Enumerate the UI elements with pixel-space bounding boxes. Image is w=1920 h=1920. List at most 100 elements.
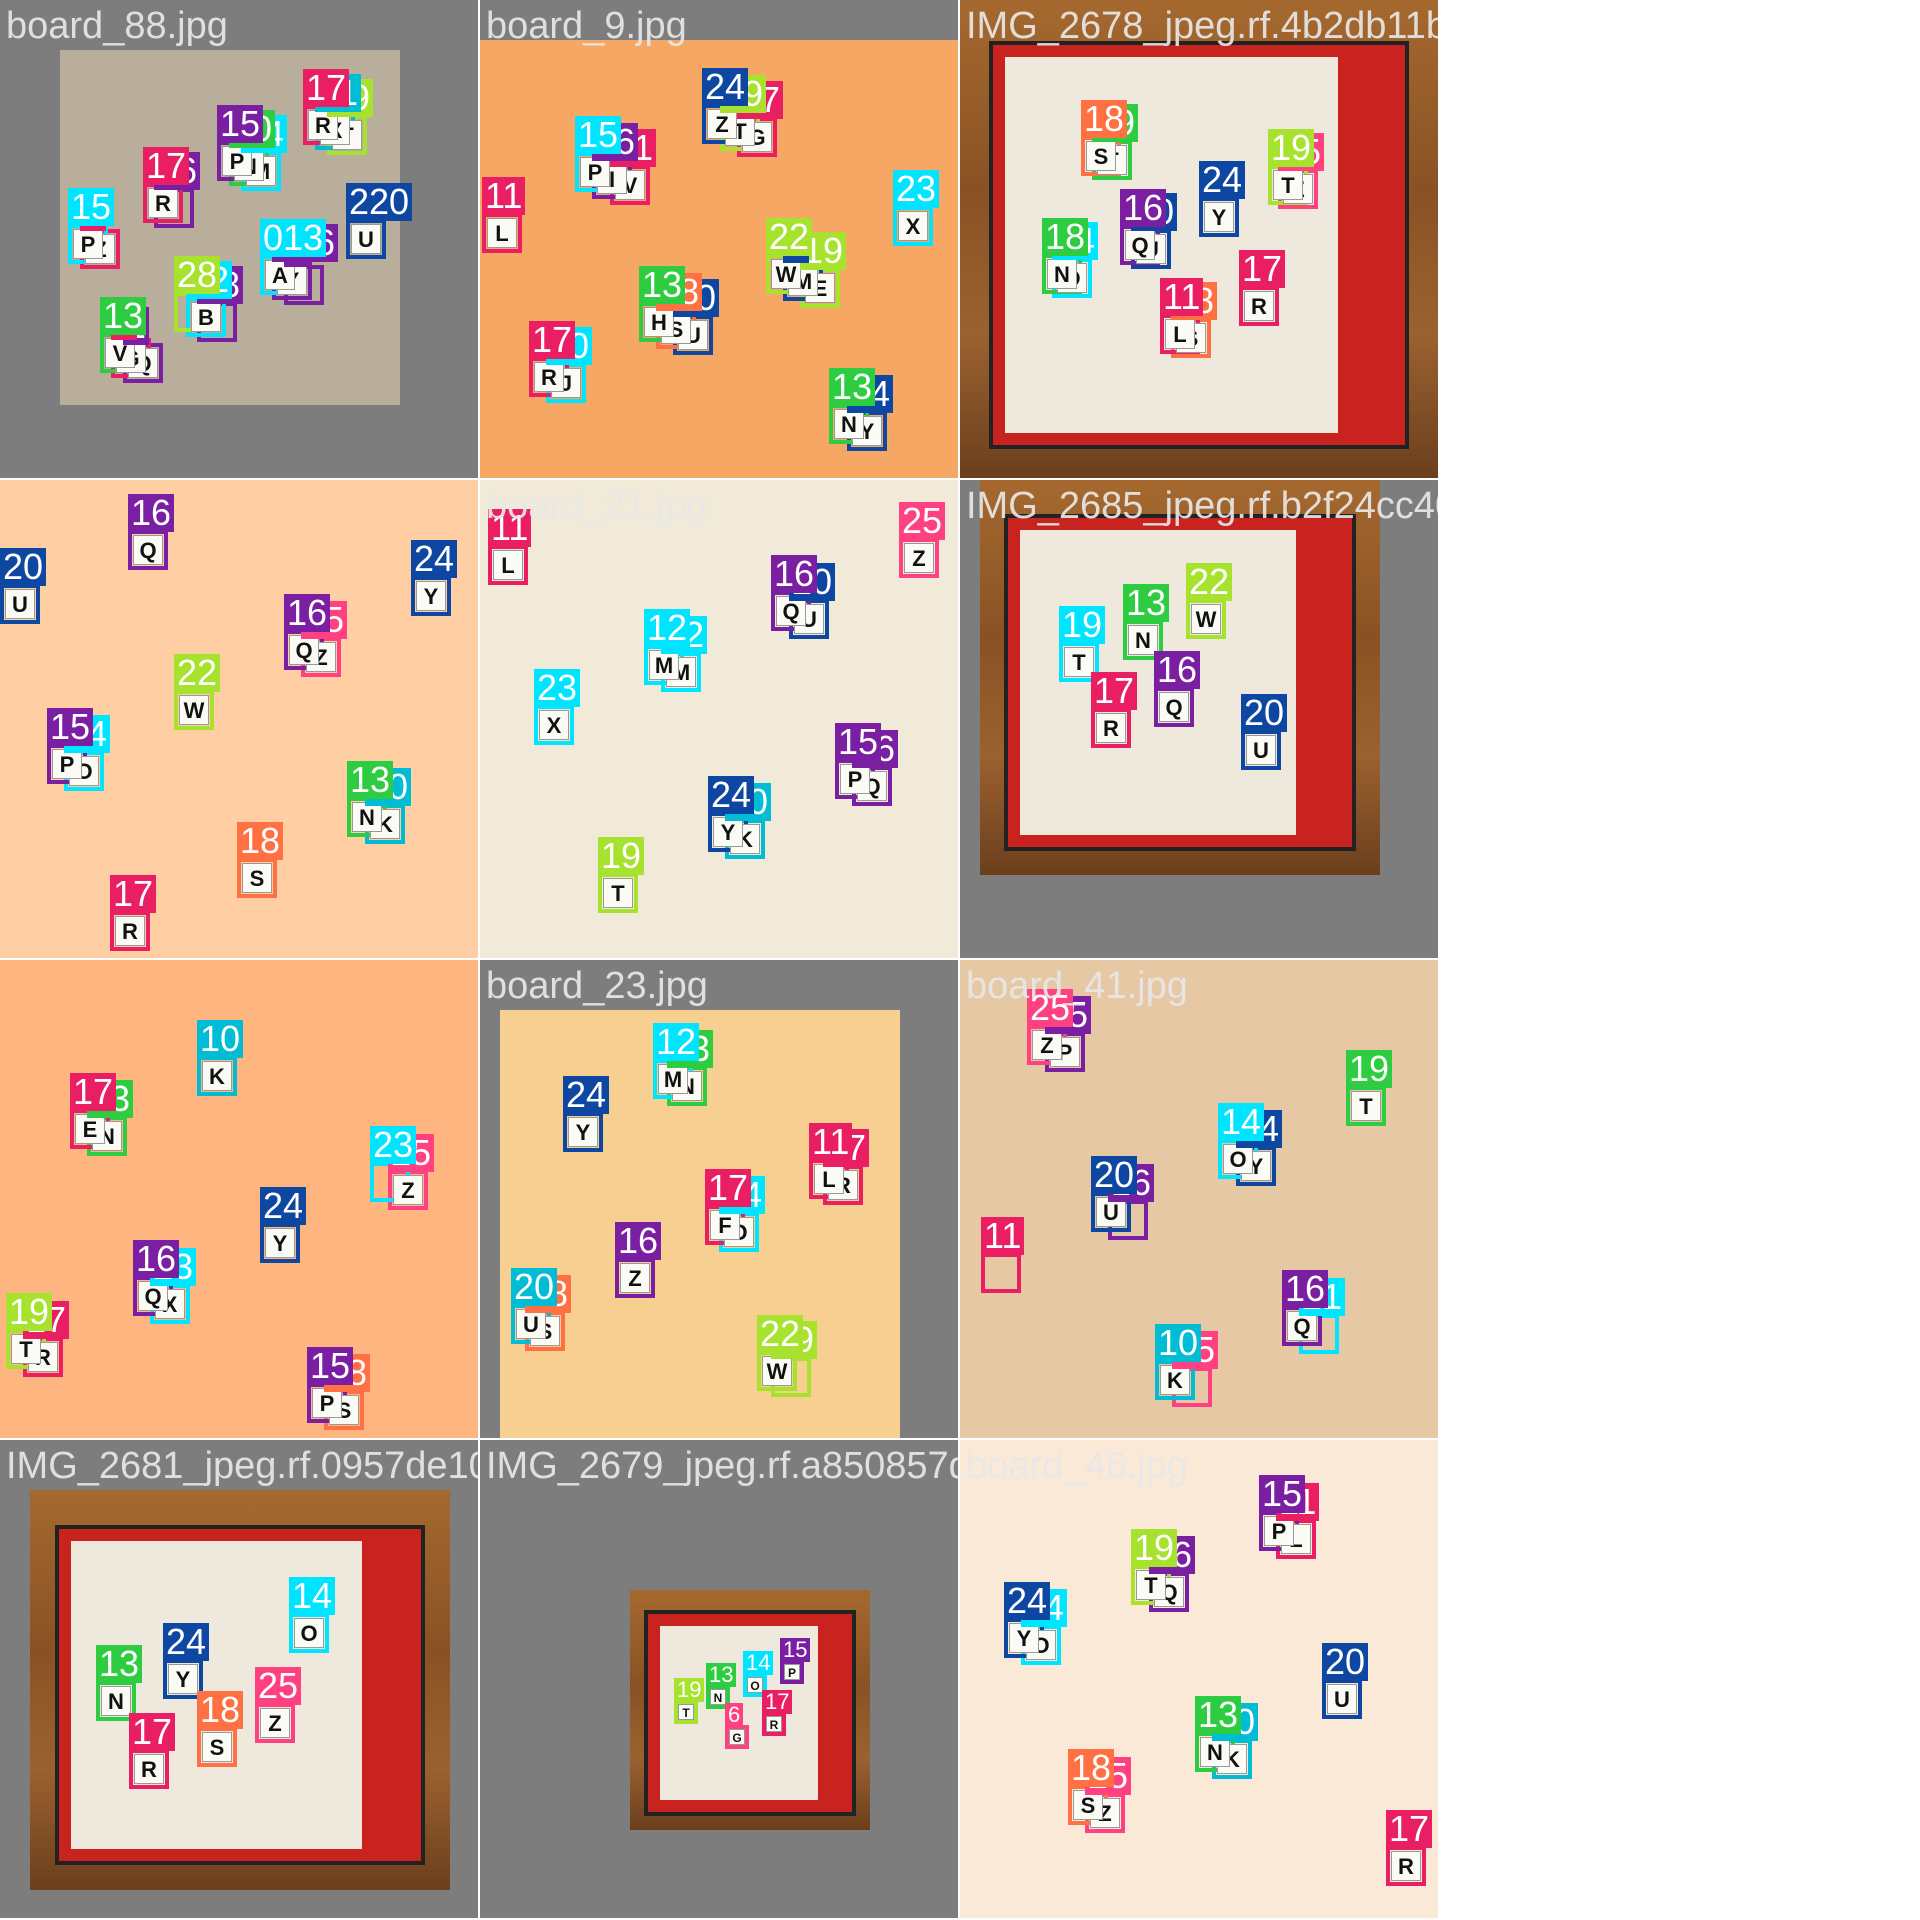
letter-tile: R: [115, 916, 145, 946]
class-label: 22: [766, 218, 813, 256]
letter-tile: U: [351, 224, 381, 254]
letter-tile: O: [294, 1618, 324, 1648]
detection-box: S: [197, 1727, 237, 1767]
detection-box: U: [1241, 730, 1281, 770]
detection-box: U: [346, 219, 386, 259]
letter-tile: Y: [568, 1117, 598, 1147]
class-label: 17: [529, 321, 576, 359]
class-label: 25: [899, 502, 946, 540]
letter-tile: T: [1064, 647, 1094, 677]
letter-tile: W: [179, 695, 209, 725]
letter-tile: S: [1086, 141, 1116, 171]
class-label: 23: [370, 1126, 417, 1164]
class-label: 13: [347, 761, 394, 799]
class-label: 13: [639, 266, 686, 304]
image-tile: IMG_2679_jpeg.rf.a850857d8e4b04d44d1638a…: [480, 1440, 958, 1918]
letter-tile: W: [1191, 604, 1221, 634]
detection-box: Q: [128, 530, 168, 570]
detection-box: Y: [411, 576, 451, 616]
class-label: 20: [1322, 1643, 1369, 1681]
class-label: 16: [133, 1240, 180, 1278]
detection-box: W: [1186, 599, 1226, 639]
class-label: 18: [197, 1691, 244, 1729]
class-label: 18: [1042, 218, 1089, 256]
letter-tile: Y: [168, 1664, 198, 1694]
letter-tile: X: [539, 710, 569, 740]
letter-tile: W: [762, 1356, 792, 1386]
class-label: 16: [284, 594, 331, 632]
class-label: 18: [1068, 1749, 1115, 1787]
letter-tile: B: [191, 302, 221, 332]
class-label: 24: [411, 540, 458, 578]
class-label: 16: [128, 494, 175, 532]
class-label: 15: [68, 188, 115, 226]
letter-tile: Q: [1125, 230, 1155, 260]
class-label: 13: [829, 368, 876, 406]
letter-tile: L: [487, 218, 517, 248]
class-label: 22: [1186, 563, 1233, 601]
class-label: 12: [644, 609, 691, 647]
letter-tile: L: [814, 1164, 844, 1194]
tile-filename: board_41.jpg: [966, 965, 1188, 1007]
detection-box: K: [197, 1056, 237, 1096]
detection-box: R: [1091, 708, 1131, 748]
letter-tile: Z: [904, 543, 934, 573]
class-label: 17: [110, 875, 157, 913]
class-label: 15: [47, 708, 94, 746]
detection-box: W: [174, 690, 214, 730]
class-label: 14: [743, 1651, 774, 1675]
class-label: 15: [307, 1347, 354, 1385]
letter-tile: T: [1273, 170, 1303, 200]
detection-box: O: [289, 1613, 329, 1653]
letter-tile: R: [534, 362, 564, 392]
tile-filename: IMG_2678_jpeg.rf.4b2db11b0e34168e79ec68f: [966, 5, 1438, 47]
class-label: 17: [70, 1073, 117, 1111]
class-label: 13: [100, 297, 147, 335]
class-label: 11: [981, 1217, 1025, 1255]
letter-tile: N: [101, 1686, 131, 1716]
detection-box: X: [893, 206, 933, 246]
letter-tile: Z: [260, 1708, 290, 1738]
class-label: 12: [653, 1023, 700, 1061]
detection-box: R: [129, 1749, 169, 1789]
class-label: 15: [217, 105, 264, 143]
image-tile: IMG_2685_jpeg.rf.b2f24cc409299c70fb4f320…: [960, 480, 1438, 958]
detection-box: L: [482, 213, 522, 253]
detection-box: Z: [615, 1258, 655, 1298]
class-label: 17: [762, 1690, 793, 1714]
detection-box: Z: [899, 538, 939, 578]
letter-tile: Z: [620, 1263, 650, 1293]
detection-box: X: [534, 705, 574, 745]
letter-tile: S: [202, 1732, 232, 1762]
detection-box: Z: [255, 1703, 295, 1743]
image-tile: board_9.jpgE19G17U20V21J10L11Y24M4T19S18…: [480, 0, 958, 478]
class-label: 19: [598, 837, 645, 875]
class-label: 24: [708, 776, 755, 814]
class-label: 22: [757, 1315, 804, 1353]
letter-tile: P: [784, 1663, 800, 1680]
class-label: 18: [1081, 100, 1128, 138]
class-label: 15: [1259, 1475, 1306, 1513]
letter-tile: R: [148, 188, 178, 218]
class-label: 14: [289, 1577, 336, 1615]
letter-tile: R: [134, 1754, 164, 1784]
letter-tile: T: [603, 878, 633, 908]
letter-tile: R: [1391, 1851, 1421, 1881]
class-label: 17: [303, 69, 350, 107]
class-label: 17: [129, 1713, 176, 1751]
class-label: 24: [163, 1623, 210, 1661]
letter-tile: S: [242, 863, 272, 893]
class-label: 10: [197, 1020, 244, 1058]
class-label: 220: [346, 183, 413, 221]
detection-box: Y: [1199, 197, 1239, 237]
class-label: 16: [615, 1222, 662, 1260]
class-label: 25: [255, 1667, 302, 1705]
class-label: 19: [1268, 129, 1315, 167]
image-tile: X23N13R17Z25S18Y24K10Q16E17T1923P15: [0, 960, 478, 1438]
class-label: 11: [482, 177, 526, 215]
class-label: 24: [702, 68, 749, 106]
letter-tile: U: [5, 589, 35, 619]
detection-box: Q: [1154, 687, 1194, 727]
image-tile: board_41.jpg21Y242516P1511T19Q16O14K10U2…: [960, 960, 1438, 1438]
class-label: 11: [809, 1123, 853, 1161]
